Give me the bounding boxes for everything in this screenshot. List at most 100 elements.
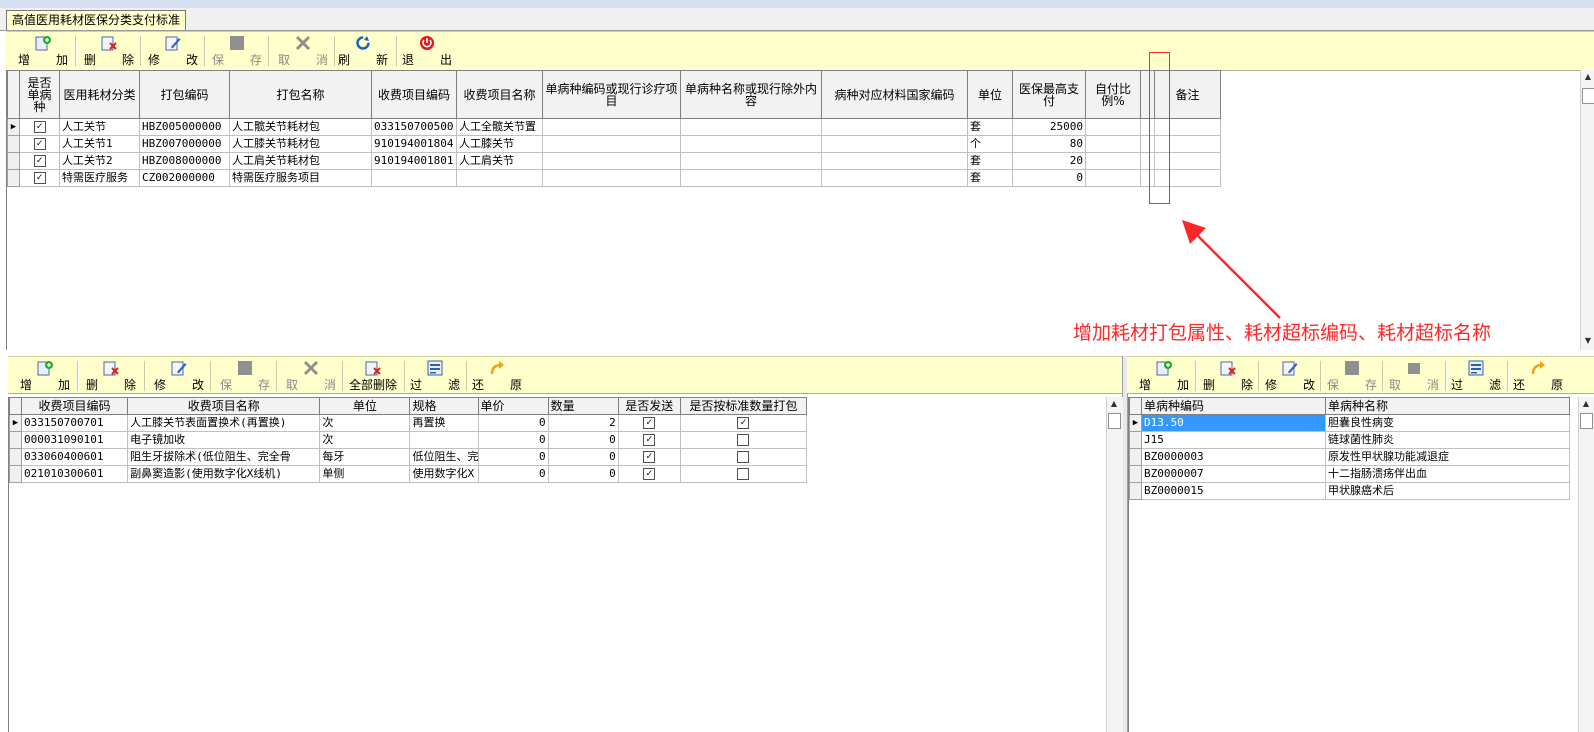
table-cell[interactable]: 再置换 bbox=[409, 414, 479, 432]
table-row[interactable]: 033060400601 阻生牙拔除术(低位阻生、完全骨 每牙 低位阻生、完 0… bbox=[9, 448, 808, 466]
table-cell[interactable]: 使用数字化X bbox=[409, 465, 479, 483]
table-row[interactable]: BZ0000007 十二指肠溃疡伴出血 bbox=[1129, 465, 1570, 483]
fee-filter-button[interactable]: 过滤 bbox=[406, 359, 464, 393]
checkbox[interactable]: ✓ bbox=[643, 451, 656, 463]
disease-add-button[interactable]: 增加 bbox=[1135, 359, 1193, 393]
table-cell[interactable] bbox=[1085, 169, 1141, 187]
exit-button[interactable]: 退出 bbox=[398, 34, 456, 68]
fee-delete-all-button[interactable]: 全部删除 bbox=[344, 359, 402, 393]
table-cell[interactable]: 甲状腺癌术后 bbox=[1325, 482, 1570, 500]
table-row[interactable]: BZ0000003 原发性甲状腺功能减退症 bbox=[1129, 448, 1570, 466]
table-cell[interactable] bbox=[821, 152, 968, 170]
table-row[interactable]: ✓ 人工关节1 HBZ007000000 人工膝关节耗材包 9101940018… bbox=[7, 135, 1221, 153]
checkbox[interactable]: ✓ bbox=[33, 155, 46, 167]
table-row[interactable]: 000031090101 电子镜加收 次 0 0 ✓ bbox=[9, 431, 808, 449]
checkbox-cell[interactable] bbox=[679, 431, 808, 449]
row-indicator[interactable] bbox=[9, 465, 22, 483]
edit-button[interactable]: 修改 bbox=[144, 34, 202, 68]
table-cell[interactable]: 910194001801 bbox=[371, 152, 457, 170]
fee-edit-button[interactable]: 修改 bbox=[150, 359, 208, 393]
disease-delete-button[interactable]: 删除 bbox=[1199, 359, 1257, 393]
col-header-std-pack[interactable]: 是否按标准数量打包 bbox=[679, 397, 808, 415]
table-cell[interactable]: 000031090101 bbox=[20, 431, 129, 449]
table-cell[interactable]: 人工关节1 bbox=[59, 135, 140, 153]
table-cell[interactable] bbox=[680, 152, 822, 170]
table-cell[interactable]: 人工全髋关节置 bbox=[456, 118, 543, 136]
row-indicator[interactable] bbox=[9, 448, 22, 466]
checkbox[interactable]: ✓ bbox=[33, 172, 46, 184]
row-indicator[interactable] bbox=[7, 169, 20, 187]
table-cell[interactable]: 套 bbox=[967, 152, 1013, 170]
checkbox-cell[interactable]: ✓ bbox=[617, 414, 681, 432]
table-cell[interactable]: BZ0000003 bbox=[1141, 448, 1326, 466]
col-header-quantity[interactable]: 数量 bbox=[547, 397, 619, 415]
col-header-fee-code[interactable]: 收费项目编码 bbox=[371, 70, 457, 119]
col-header-is-single-disease[interactable]: 是否单病种 bbox=[19, 70, 60, 119]
table-cell[interactable]: 原发性甲状腺功能减退症 bbox=[1325, 448, 1570, 466]
checkbox-cell[interactable] bbox=[679, 448, 808, 466]
disease-save-button[interactable]: 保存 bbox=[1323, 359, 1381, 393]
row-indicator[interactable]: ▶ bbox=[7, 118, 20, 136]
table-cell[interactable]: 20 bbox=[1012, 152, 1086, 170]
fee-grid-scrollbar[interactable]: ▲ bbox=[1106, 397, 1123, 732]
row-indicator[interactable] bbox=[1129, 431, 1142, 449]
table-cell[interactable]: 25000 bbox=[1012, 118, 1086, 136]
table-cell[interactable] bbox=[371, 169, 457, 187]
table-cell[interactable]: 特需医疗服务 bbox=[59, 169, 140, 187]
table-cell[interactable]: J15 bbox=[1141, 431, 1326, 449]
row-indicator[interactable] bbox=[1129, 482, 1142, 500]
col-header-national-code[interactable]: 病种对应材料国家编码 bbox=[821, 70, 968, 119]
checkbox-cell[interactable]: ✓ bbox=[19, 169, 60, 187]
table-cell[interactable]: 单侧 bbox=[319, 465, 411, 483]
table-cell[interactable]: 人工关节2 bbox=[59, 152, 140, 170]
table-cell[interactable]: 人工关节 bbox=[59, 118, 140, 136]
col-header-spec[interactable]: 规格 bbox=[409, 397, 479, 415]
scroll-up-arrow[interactable]: ▲ bbox=[1581, 72, 1594, 81]
checkbox-cell[interactable]: ✓ bbox=[617, 431, 681, 449]
table-cell[interactable]: 021010300601 bbox=[20, 465, 129, 483]
checkbox[interactable] bbox=[737, 451, 750, 463]
fee-save-button[interactable]: 保存 bbox=[216, 359, 274, 393]
table-cell[interactable] bbox=[456, 169, 543, 187]
table-cell[interactable] bbox=[542, 152, 681, 170]
checkbox-cell[interactable]: ✓ bbox=[679, 414, 808, 432]
table-cell[interactable]: 次 bbox=[319, 431, 411, 449]
col-header-fee-code[interactable]: 收费项目编码 bbox=[20, 397, 129, 415]
table-row[interactable]: 021010300601 副鼻窦造影(使用数字化X线机) 单侧 使用数字化X 0… bbox=[9, 465, 808, 483]
col-header-unit[interactable]: 单位 bbox=[967, 70, 1013, 119]
disease-edit-button[interactable]: 修改 bbox=[1261, 359, 1319, 393]
row-indicator[interactable]: ▶ bbox=[1129, 414, 1142, 432]
table-cell[interactable]: 套 bbox=[967, 169, 1013, 187]
table-cell[interactable]: 特需医疗服务项目 bbox=[229, 169, 372, 187]
fee-cancel-button[interactable]: 取消 bbox=[282, 359, 340, 393]
checkbox-cell[interactable]: ✓ bbox=[617, 448, 681, 466]
table-cell[interactable]: 低位阻生、完 bbox=[409, 448, 479, 466]
table-cell[interactable] bbox=[821, 135, 968, 153]
scroll-thumb[interactable] bbox=[1580, 413, 1593, 429]
table-cell[interactable] bbox=[1085, 135, 1141, 153]
table-cell[interactable] bbox=[680, 135, 822, 153]
col-header-material-category[interactable]: 医用耗材分类 bbox=[59, 70, 140, 119]
table-cell[interactable]: BZ0000015 bbox=[1141, 482, 1326, 500]
table-cell[interactable]: 人工膝关节 bbox=[456, 135, 543, 153]
table-cell[interactable] bbox=[1085, 152, 1141, 170]
table-cell[interactable]: 人工肩关节 bbox=[456, 152, 543, 170]
col-header-unit[interactable]: 单位 bbox=[319, 397, 411, 415]
table-cell-selected[interactable]: D13.50 bbox=[1141, 414, 1326, 432]
disease-grid-scrollbar[interactable]: ▲ bbox=[1578, 397, 1594, 732]
col-header-disease-name[interactable]: 单病种名称 bbox=[1325, 397, 1570, 415]
table-row[interactable]: J15 链球菌性肺炎 bbox=[1129, 431, 1570, 449]
table-row[interactable]: ✓ 特需医疗服务 CZ002000000 特需医疗服务项目 套 0 bbox=[7, 169, 1221, 187]
disease-filter-button[interactable]: 过滤 bbox=[1447, 359, 1505, 393]
checkbox-cell[interactable]: ✓ bbox=[617, 465, 681, 483]
col-header-package-name[interactable]: 打包名称 bbox=[229, 70, 372, 119]
table-cell[interactable]: 0 bbox=[547, 431, 619, 449]
table-cell[interactable]: 链球菌性肺炎 bbox=[1325, 431, 1570, 449]
checkbox[interactable]: ✓ bbox=[33, 138, 46, 150]
col-header-disease-code[interactable]: 单病种编码或现行诊疗项目 bbox=[542, 70, 681, 119]
table-cell[interactable]: 人工膝关节表面置换术(再置换) bbox=[127, 414, 321, 432]
table-cell[interactable]: BZ0000007 bbox=[1141, 465, 1326, 483]
checkbox-cell[interactable] bbox=[679, 465, 808, 483]
table-cell[interactable]: 80 bbox=[1012, 135, 1086, 153]
checkbox[interactable]: ✓ bbox=[737, 417, 750, 429]
